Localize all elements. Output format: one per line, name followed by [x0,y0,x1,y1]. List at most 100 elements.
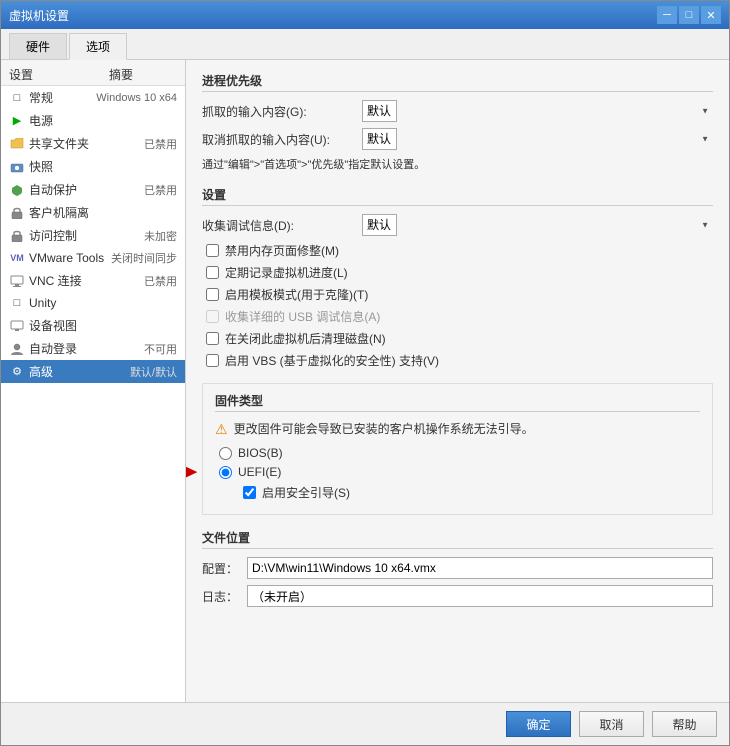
log-progress-checkbox[interactable] [206,266,219,279]
access-control-value: 未加密 [144,228,177,244]
main-window: 虚拟机设置 ─ □ ✕ 硬件 选项 设置 摘要 □ 常规 Windows 10 … [0,0,730,746]
sidebar-item-vnc[interactable]: VNC 连接 已禁用 [1,269,185,292]
sidebar-item-shared-folders[interactable]: 共享文件夹 已禁用 [1,132,185,155]
sidebar-item-advanced[interactable]: ⚙ 高级 默认/默认 [1,360,185,383]
uncapture-select-wrapper: 默认 [362,128,713,150]
disable-page-trim-checkbox[interactable] [206,244,219,257]
shared-folders-label: 共享文件夹 [29,135,144,152]
left-header: 设置 摘要 [1,60,185,86]
debug-row: 收集调试信息(D): 默认 [202,214,713,236]
capture-label: 抓取的输入内容(G): [202,103,362,120]
checkbox-vbs: 启用 VBS (基于虚拟化的安全性) 支持(V) [202,352,713,369]
file-location-title: 文件位置 [202,529,713,549]
vmware-tools-icon: VM [9,250,25,266]
bottom-bar: 确定 取消 帮助 [1,702,729,745]
vbs-label: 启用 VBS (基于虚拟化的安全性) 支持(V) [225,352,439,369]
debug-select[interactable]: 默认 [362,214,397,236]
priority-section: 进程优先级 抓取的输入内容(G): 默认 取消抓取的输入内容(U): [202,72,713,172]
guest-isolation-label: 客户机隔离 [29,204,177,221]
cancel-button[interactable]: 取消 [579,711,644,737]
uefi-radio[interactable] [219,466,232,479]
sidebar-item-power[interactable]: ▶ 电源 [1,109,185,132]
content-area: 设置 摘要 □ 常规 Windows 10 x64 ▶ 电源 [1,60,729,702]
help-button[interactable]: 帮助 [652,711,717,737]
unity-icon: □ [9,295,25,311]
checkbox-clean-disk: 在关闭此虚拟机后清理磁盘(N) [202,330,713,347]
capture-select[interactable]: 默认 [362,100,397,122]
warning-icon: ⚠ [215,421,228,438]
firmware-title: 固件类型 [215,392,700,412]
minimize-button[interactable]: ─ [657,6,677,24]
sidebar-item-unity[interactable]: □ Unity [1,292,185,314]
auto-login-value: 不可用 [144,341,177,357]
bios-label: BIOS(B) [238,446,283,460]
template-mode-checkbox[interactable] [206,288,219,301]
sidebar-item-general[interactable]: □ 常规 Windows 10 x64 [1,86,185,109]
checkbox-disable-page-trim: 禁用内存页面修整(M) [202,242,713,259]
capture-select-wrapper: 默认 [362,100,713,122]
title-controls: ─ □ ✕ [657,6,721,24]
vnc-icon [9,273,25,289]
uefi-label: UEFI(E) [238,465,281,479]
capture-row: 抓取的输入内容(G): 默认 [202,100,713,122]
shared-folders-value: 已禁用 [144,136,177,152]
sidebar-item-guest-isolation[interactable]: 客户机隔离 [1,201,185,224]
vmware-tools-label: VMware Tools [29,251,111,265]
left-panel: 设置 摘要 □ 常规 Windows 10 x64 ▶ 电源 [1,60,186,702]
secure-boot-label: 启用安全引导(S) [262,484,350,501]
log-row: 日志： [202,585,713,607]
sidebar-item-vmware-tools[interactable]: VM VMware Tools 关闭时间同步 [1,247,185,269]
sidebar-item-auto-login[interactable]: 自动登录 不可用 [1,337,185,360]
checkbox-log-progress: 定期记录虚拟机进度(L) [202,264,713,281]
right-panel: 进程优先级 抓取的输入内容(G): 默认 取消抓取的输入内容(U): [186,60,729,702]
uncapture-label: 取消抓取的输入内容(U): [202,131,362,148]
uncapture-select[interactable]: 默认 [362,128,397,150]
config-input[interactable] [247,557,713,579]
tab-hardware[interactable]: 硬件 [9,33,67,59]
firmware-warning-text: 更改固件可能会导致已安装的客户机操作系统无法引导。 [234,420,534,438]
device-view-icon [9,318,25,334]
ok-button[interactable]: 确定 [506,711,571,737]
vmware-tools-value: 关闭时间同步 [111,250,177,266]
priority-note: 通过"编辑">"首选项">"优先级"指定默认设置。 [202,156,713,172]
auto-login-icon [9,341,25,357]
checkbox-template-mode: 启用模板模式(用于克隆)(T) [202,286,713,303]
clean-disk-checkbox[interactable] [206,332,219,345]
unity-label: Unity [29,296,177,310]
close-button[interactable]: ✕ [701,6,721,24]
config-label: 配置： [202,560,247,577]
secure-boot-checkbox[interactable] [243,486,256,499]
power-label: 电源 [29,112,177,129]
device-view-label: 设备视图 [29,317,177,334]
sidebar-item-snapshot[interactable]: 快照 [1,155,185,178]
general-label: 常规 [29,89,96,106]
vbs-checkbox[interactable] [206,354,219,367]
log-progress-label: 定期记录虚拟机进度(L) [225,264,348,281]
title-bar: 虚拟机设置 ─ □ ✕ [1,1,729,29]
autoprotect-value: 已禁用 [144,182,177,198]
sidebar-item-device-view[interactable]: 设备视图 [1,314,185,337]
advanced-icon: ⚙ [9,364,25,380]
autoprotect-label: 自动保护 [29,181,144,198]
tab-options[interactable]: 选项 [69,33,127,60]
bios-radio[interactable] [219,447,232,460]
debug-label: 收集调试信息(D): [202,217,362,234]
sidebar-item-access-control[interactable]: 访问控制 未加密 [1,224,185,247]
vnc-value: 已禁用 [144,273,177,289]
sidebar-item-autoprotect[interactable]: 自动保护 已禁用 [1,178,185,201]
power-icon: ▶ [9,113,25,129]
priority-title: 进程优先级 [202,72,713,92]
maximize-button[interactable]: □ [679,6,699,24]
radio-uefi-row: ➤ UEFI(E) [215,465,700,479]
general-value: Windows 10 x64 [96,92,177,104]
firmware-section: 固件类型 ⚠ 更改固件可能会导致已安装的客户机操作系统无法引导。 BIOS(B)… [202,383,713,515]
usb-debug-label: 收集详细的 USB 调试信息(A) [225,308,380,325]
config-row: 配置： [202,557,713,579]
settings-list: □ 常规 Windows 10 x64 ▶ 电源 共享文件夹 已禁用 [1,86,185,383]
log-input[interactable] [247,585,713,607]
firmware-warning-row: ⚠ 更改固件可能会导致已安装的客户机操作系统无法引导。 [215,420,700,438]
checkbox-usb-debug: 收集详细的 USB 调试信息(A) [202,308,713,325]
autoprotect-icon [9,182,25,198]
secure-boot-row: 启用安全引导(S) [215,484,700,501]
usb-debug-checkbox[interactable] [206,310,219,323]
